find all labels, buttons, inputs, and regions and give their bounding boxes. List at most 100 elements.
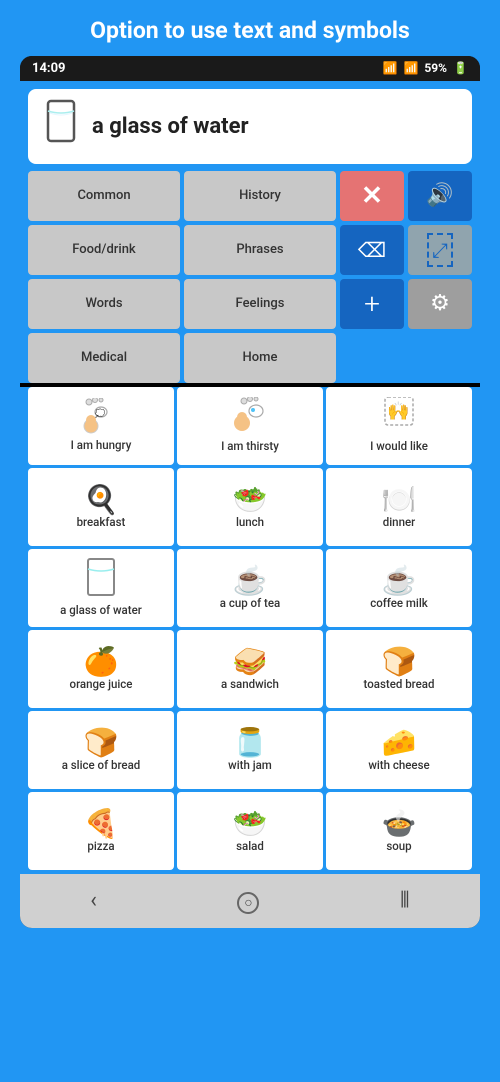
speaker-icon: 🔊 [426, 183, 453, 208]
symbol-soup[interactable]: 🍲 soup [326, 792, 472, 870]
back-button[interactable]: ‹ [66, 884, 121, 917]
action-add[interactable]: + [340, 279, 404, 329]
expand-icon: ⤢ [427, 233, 453, 267]
x-icon: ✕ [361, 181, 383, 211]
symbol-toasted-bread[interactable]: 🍞 toasted bread [326, 630, 472, 708]
category-medical[interactable]: Medical [28, 333, 180, 383]
cup-tea-label: a cup of tea [220, 597, 280, 611]
breakfast-icon: 🍳 [84, 483, 119, 516]
action-expand[interactable]: ⤢ [408, 225, 472, 275]
pizza-icon: 🍕 [84, 807, 119, 840]
status-bar: 14:09 📶 📶 59% 🔋 [20, 56, 480, 81]
output-text: a glass of water [92, 114, 249, 139]
would-like-icon: 🙌 [379, 397, 419, 440]
battery-text: 59% [424, 61, 447, 75]
svg-text:🙌: 🙌 [387, 401, 409, 422]
symbol-i-am-hungry[interactable]: 💭 I am hungry [28, 387, 174, 465]
symbol-with-cheese[interactable]: 🧀 with cheese [326, 711, 472, 789]
menu-button[interactable]: ⦀ [376, 884, 434, 917]
symbol-slice-bread[interactable]: 🍞 a slice of bread [28, 711, 174, 789]
back-icon: ‹ [90, 888, 97, 913]
salad-icon: 🥗 [233, 807, 268, 840]
symbol-with-jam[interactable]: 🫙 with jam [177, 711, 323, 789]
symbol-dinner[interactable]: 🍽️ dinner [326, 468, 472, 546]
action-speak[interactable]: 🔊 [408, 171, 472, 221]
symbol-breakfast[interactable]: 🍳 breakfast [28, 468, 174, 546]
lunch-icon: 🥗 [233, 483, 268, 516]
header-title: Option to use text and symbols [90, 17, 410, 44]
category-words[interactable]: Words [28, 279, 180, 329]
symbol-pizza[interactable]: 🍕 pizza [28, 792, 174, 870]
menu-icon: ⦀ [400, 888, 410, 913]
empty-cell-1 [340, 333, 472, 383]
soup-label: soup [386, 840, 411, 854]
gear-icon: ⚙ [430, 291, 450, 316]
breakfast-label: breakfast [77, 516, 126, 530]
toasted-bread-label: toasted bread [364, 678, 435, 692]
signal-icon: 📶 [403, 61, 418, 75]
time: 14:09 [32, 61, 66, 76]
glass-water-label: a glass of water [60, 604, 142, 618]
category-home[interactable]: Home [184, 333, 336, 383]
symbol-i-would-like[interactable]: 🙌 I would like [326, 387, 472, 465]
with-jam-icon: 🫙 [233, 726, 268, 759]
wifi-icon: 📶 [383, 61, 398, 75]
symbol-lunch[interactable]: 🥗 lunch [177, 468, 323, 546]
dinner-label: dinner [383, 516, 415, 530]
symbol-orange-juice[interactable]: 🍊 orange juice [28, 630, 174, 708]
coffee-milk-icon: ☕ [382, 564, 417, 597]
app-content: a glass of water Common History ✕ 🔊 Food… [20, 81, 480, 383]
with-jam-label: with jam [228, 759, 272, 773]
category-actions-grid: Common History ✕ 🔊 Food/drink Phrases [28, 171, 472, 383]
with-cheese-label: with cheese [368, 759, 429, 773]
pizza-label: pizza [87, 840, 114, 854]
symbol-sandwich[interactable]: 🥪 a sandwich [177, 630, 323, 708]
category-history[interactable]: History [184, 171, 336, 221]
home-button[interactable]: ○ [213, 884, 283, 918]
symbol-glass-water[interactable]: a glass of water [28, 549, 174, 627]
glass-water-icon [84, 557, 118, 604]
slice-bread-label: a slice of bread [62, 759, 141, 773]
cup-tea-icon: ☕ [233, 564, 268, 597]
lunch-label: lunch [236, 516, 264, 530]
category-feelings[interactable]: Feelings [184, 279, 336, 329]
nav-bar: ‹ ○ ⦀ [20, 874, 480, 928]
soup-icon: 🍲 [382, 807, 417, 840]
header-banner: Option to use text and symbols [0, 0, 500, 56]
salad-label: salad [236, 840, 264, 854]
action-settings[interactable]: ⚙ [408, 279, 472, 329]
hungry-label: I am hungry [71, 439, 132, 453]
dinner-icon: 🍽️ [382, 483, 417, 516]
category-phrases[interactable]: Phrases [184, 225, 336, 275]
toasted-bread-icon: 🍞 [382, 645, 417, 678]
symbol-salad[interactable]: 🥗 salad [177, 792, 323, 870]
status-right: 📶 📶 59% 🔋 [383, 61, 469, 75]
symbol-cup-tea[interactable]: ☕ a cup of tea [177, 549, 323, 627]
svg-text:💭: 💭 [95, 408, 105, 418]
coffee-milk-label: coffee milk [370, 597, 428, 611]
phone-frame: 14:09 📶 📶 59% 🔋 a glass of water [20, 56, 480, 928]
sandwich-label: a sandwich [221, 678, 279, 692]
home-icon: ○ [237, 892, 259, 914]
thirsty-icon [230, 397, 270, 440]
action-backspace[interactable]: ⌫ [340, 225, 404, 275]
would-like-label: I would like [370, 440, 428, 454]
backspace-icon: ⌫ [358, 238, 386, 262]
plus-icon: + [364, 287, 380, 320]
with-cheese-icon: 🧀 [382, 726, 417, 759]
orange-juice-icon: 🍊 [84, 645, 119, 678]
symbol-coffee-milk[interactable]: ☕ coffee milk [326, 549, 472, 627]
hungry-icon: 💭 [81, 398, 121, 439]
symbols-grid: 💭 I am hungry [20, 387, 480, 874]
battery-icon: 🔋 [453, 61, 468, 75]
output-icon [42, 99, 80, 154]
sandwich-icon: 🥪 [233, 645, 268, 678]
symbol-i-am-thirsty[interactable]: I am thirsty [177, 387, 323, 465]
action-clear[interactable]: ✕ [340, 171, 404, 221]
output-box[interactable]: a glass of water [28, 89, 472, 164]
slice-bread-icon: 🍞 [84, 726, 119, 759]
orange-juice-label: orange juice [70, 678, 133, 692]
category-common[interactable]: Common [28, 171, 180, 221]
category-food-drink[interactable]: Food/drink [28, 225, 180, 275]
thirsty-label: I am thirsty [221, 440, 279, 454]
